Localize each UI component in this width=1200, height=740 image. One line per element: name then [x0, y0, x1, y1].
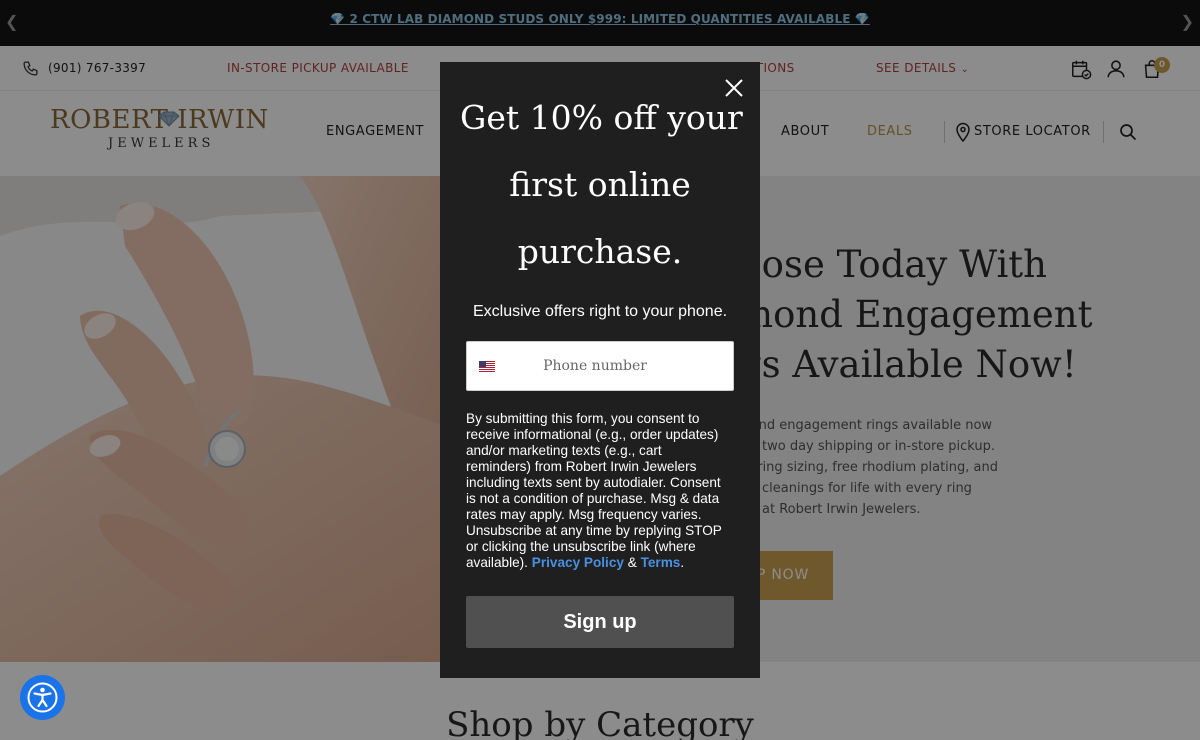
phone-field[interactable] — [466, 341, 734, 391]
phone-number-input[interactable] — [507, 342, 733, 390]
modal-subtitle: Exclusive offers right to your phone. — [472, 303, 728, 320]
consent-line: receive informational (e.g., order updat… — [466, 427, 719, 442]
modal-heading-line: first online — [509, 165, 691, 204]
consent-line: and/or marketing texts (e.g., cart — [466, 443, 662, 458]
modal-heading: Get 10% off your first online purchase. — [460, 84, 743, 285]
consent-line: available). — [466, 555, 528, 570]
consent-line: Unsubscribe at any time by replying STOP — [466, 523, 722, 538]
accessibility-button[interactable] — [20, 675, 65, 720]
consent-line: is not a condition of purchase. Msg & da… — [466, 491, 720, 506]
consent-period: . — [680, 555, 685, 570]
terms-link[interactable]: Terms — [641, 555, 681, 570]
us-flag-icon[interactable] — [479, 361, 495, 372]
consent-line-last: available). Privacy Policy & Terms. — [466, 555, 736, 571]
consent-line: rates may apply. Msg frequency varies. — [466, 507, 702, 522]
accessibility-icon — [27, 682, 58, 713]
consent-line: reminders) from Robert Irwin Jewelers — [466, 459, 697, 474]
consent-line: By submitting this form, you consent to — [466, 411, 700, 426]
modal-heading-line: purchase. — [517, 232, 683, 271]
consent-line: or clicking the unsubscribe link (where — [466, 539, 696, 554]
consent-text: By submitting this form, you consent to … — [466, 411, 736, 571]
sign-up-button[interactable]: Sign up — [466, 596, 734, 648]
sms-signup-modal: Get 10% off your first online purchase. … — [440, 62, 760, 678]
consent-line: including texts sent by autodialer. Cons… — [466, 475, 721, 490]
privacy-policy-link[interactable]: Privacy Policy — [532, 555, 624, 570]
modal-heading-line: Get 10% off your — [460, 98, 743, 137]
consent-ampersand: & — [623, 555, 641, 570]
